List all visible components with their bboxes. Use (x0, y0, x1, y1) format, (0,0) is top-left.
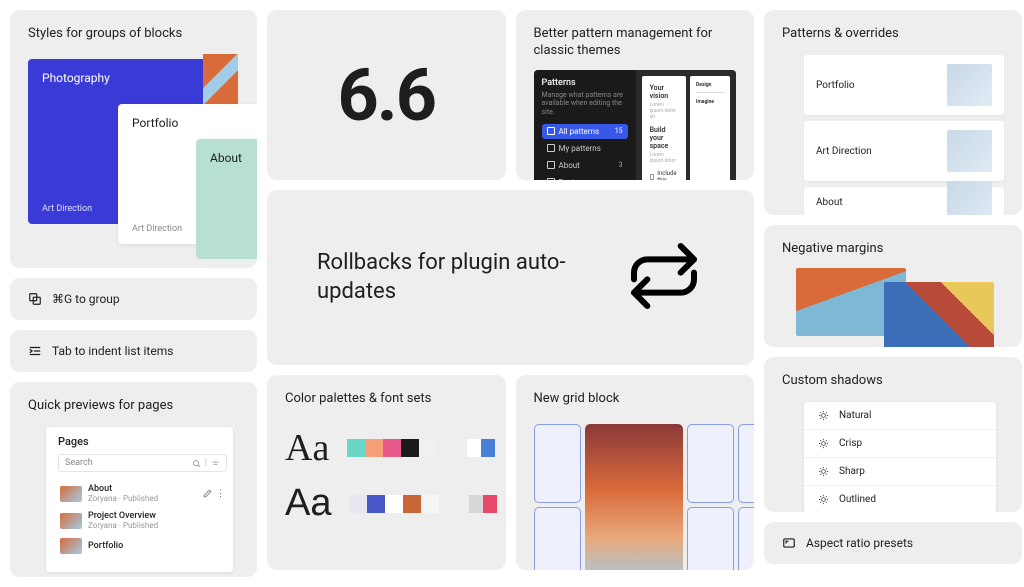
pages-panel: Pages Search | AboutZoryana · Published⋮… (46, 427, 233, 572)
color-swatch (469, 495, 483, 513)
palette-card: Color palettes & font sets Aa Aa (267, 375, 506, 570)
override-thumb (947, 181, 992, 215)
card-title: Custom shadows (782, 373, 1004, 388)
page-row[interactable]: Project OverviewZoryana · Published (58, 507, 227, 534)
group-shortcut-card: ⌘G to group (10, 278, 257, 320)
version-number: 6.6 (338, 53, 436, 138)
styles-stack: Photography Art Direction Portfolio Art … (28, 59, 239, 259)
shadow-option[interactable]: Natural (804, 402, 996, 430)
pages-header: Pages (58, 435, 227, 448)
rollback-card: Rollbacks for plugin auto-updates (267, 190, 754, 365)
grid-cell-filled (585, 424, 683, 570)
grid-cell (687, 424, 735, 503)
pattern-management-card: Better pattern management for classic th… (516, 10, 755, 180)
color-swatch (367, 495, 385, 513)
palette-pair (467, 439, 495, 457)
palette-row (349, 495, 439, 513)
grid-cell (534, 424, 582, 503)
quick-previews-card: Quick previews for pages Pages Search | … (10, 382, 257, 577)
card-title: Patterns & overrides (782, 26, 1004, 41)
stack-card-about: About (196, 139, 257, 259)
card-title: Quick previews for pages (28, 398, 239, 413)
color-swatch (349, 495, 367, 513)
pm-sidebar-item[interactable]: All patterns15 (542, 124, 628, 139)
override-item[interactable]: Art Direction (804, 121, 1004, 181)
search-icon (192, 459, 201, 468)
neg-margin-preview (796, 268, 1004, 343)
color-swatch (347, 439, 365, 457)
grid-cell (534, 507, 582, 570)
group-icon (28, 292, 42, 306)
color-swatch (383, 439, 401, 457)
page-thumb (60, 538, 82, 554)
search-input[interactable]: Search | (58, 454, 227, 472)
override-thumb (947, 130, 992, 172)
list-indent-icon (28, 344, 42, 358)
sun-icon (818, 438, 829, 449)
page-thumb (60, 513, 82, 529)
shadow-list: NaturalCrispSharpOutlined (804, 402, 996, 512)
card-title: Styles for groups of blocks (28, 26, 239, 41)
override-thumb (947, 64, 992, 106)
override-item[interactable]: About (804, 187, 1004, 215)
card-title: Negative margins (782, 241, 1004, 256)
color-swatch (365, 439, 383, 457)
page-row[interactable]: Portfolio (58, 534, 227, 558)
shadow-option[interactable]: Crisp (804, 430, 996, 458)
rollback-text: Rollbacks for plugin auto-updates (317, 249, 624, 306)
stack-img-icon (203, 54, 238, 104)
grid-preview (534, 424, 737, 570)
card-title: Better pattern management for classic th… (534, 26, 737, 60)
styles-groups-card: Styles for groups of blocks Photography … (10, 10, 257, 268)
color-swatch (419, 439, 437, 457)
edit-icon[interactable] (203, 489, 212, 498)
grid-block-card: New grid block (516, 375, 755, 570)
color-swatch (421, 495, 439, 513)
override-item[interactable]: Portfolio (804, 55, 1004, 115)
pm-sidebar: Patterns Manage what patterns are availa… (534, 70, 636, 180)
color-swatch (481, 439, 495, 457)
filter-icon[interactable] (211, 459, 220, 468)
shadow-option[interactable]: Outlined (804, 486, 996, 512)
page-row[interactable]: AboutZoryana · Published⋮ (58, 480, 227, 507)
more-icon[interactable]: ⋮ (216, 489, 225, 499)
palette-pair (469, 495, 497, 513)
font-sample-sans: Aa (285, 482, 331, 525)
pm-preview-doc: Your visionLorem ipsum dolor sit Build y… (642, 76, 686, 180)
aspect-ratio-card: Aspect ratio presets (764, 522, 1022, 564)
palette-row (347, 439, 437, 457)
pm-sidebar-item[interactable]: Footers (542, 175, 628, 180)
grid-cell (738, 507, 754, 570)
card-title: New grid block (534, 391, 737, 406)
pm-preview-narrow: Design Imagine (690, 76, 730, 180)
cycle-arrows-icon (624, 236, 704, 320)
pm-sidebar-item[interactable]: My patterns (542, 141, 628, 156)
version-card: 6.6 (267, 10, 506, 180)
sun-icon (818, 410, 829, 421)
overrides-card: Patterns & overrides PortfolioArt Direct… (764, 10, 1022, 215)
color-swatch (385, 495, 403, 513)
sun-icon (818, 494, 829, 505)
color-swatch (483, 495, 497, 513)
shadow-option[interactable]: Sharp (804, 458, 996, 486)
grid-cell (687, 507, 735, 570)
grid-cell (738, 424, 754, 503)
font-sample-serif: Aa (285, 426, 329, 470)
page-thumb (60, 486, 82, 502)
card-title: Color palettes & font sets (285, 391, 488, 406)
color-swatch (467, 439, 481, 457)
tab-indent-card: Tab to indent list items (10, 330, 257, 372)
color-swatch (401, 439, 419, 457)
pm-sidebar-item[interactable]: About3 (542, 158, 628, 173)
aspect-ratio-icon (782, 536, 796, 550)
sun-icon (818, 466, 829, 477)
negative-margins-card: Negative margins (764, 225, 1022, 347)
image-b (884, 282, 994, 347)
shadows-card: Custom shadows NaturalCrispSharpOutlined (764, 357, 1022, 512)
color-swatch (403, 495, 421, 513)
